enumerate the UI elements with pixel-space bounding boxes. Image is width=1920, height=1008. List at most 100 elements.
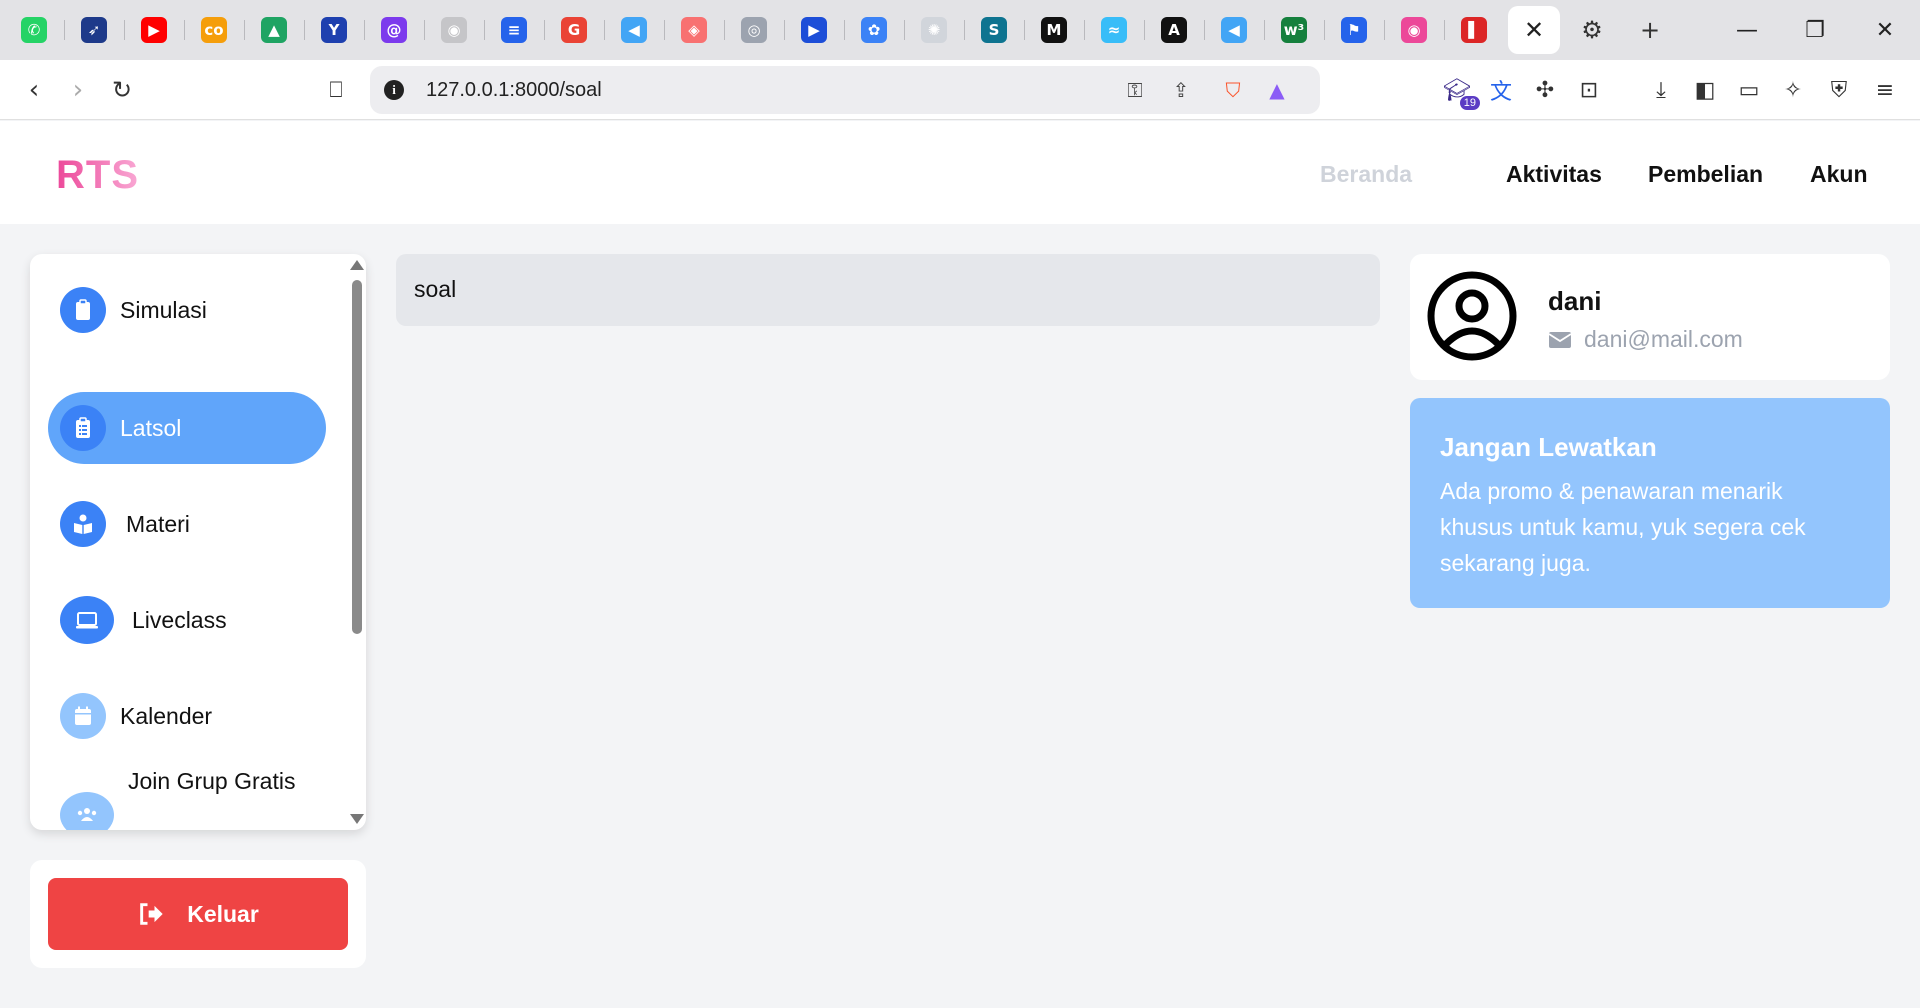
browser-tab-strip: ✆ ➶ ▶ co ▲ Y @ ◉ ≡ G ◀ ◈ ◎ ▶ ✿ ✺ S M ≈ A ◀ w³ ⚑ ◉ ▌ ✕ ⚙ + — ❐ ✕: [0, 0, 1920, 60]
active-browser-tab[interactable]: ✕: [1508, 6, 1560, 54]
scribd-icon: S: [981, 17, 1007, 43]
forward-button[interactable]: ›: [58, 72, 98, 108]
logout-button[interactable]: Keluar: [48, 878, 348, 950]
clipboard-icon: [60, 287, 106, 333]
close-window-button[interactable]: ✕: [1862, 8, 1908, 52]
tab-separator: [424, 20, 425, 40]
promo-title: Jangan Lewatkan: [1440, 432, 1657, 462]
browser-tab[interactable]: M: [1028, 6, 1080, 54]
nav-pembelian[interactable]: Pembelian: [1648, 161, 1763, 188]
laptop-icon: [60, 596, 114, 644]
sidebar-item-join-grup-gratis[interactable]: Join Grup Gratis: [48, 768, 326, 830]
new-tab-button[interactable]: +: [1630, 10, 1670, 50]
browser-tab[interactable]: @: [368, 6, 420, 54]
browser-tab[interactable]: ▲: [248, 6, 300, 54]
bird-icon: ➶: [81, 17, 107, 43]
brave-rewards-icon[interactable]: ▲: [1262, 76, 1292, 104]
brave-shield-icon[interactable]: ⛉: [1218, 76, 1248, 104]
google-forms-icon: ≡: [501, 17, 527, 43]
tab-separator: [1264, 20, 1265, 40]
sidebar-item-simulasi[interactable]: Simulasi: [48, 274, 326, 346]
wallet-icon[interactable]: ▭: [1732, 74, 1766, 106]
sidebar-item-kalender[interactable]: Kalender: [48, 680, 326, 752]
browser-tab[interactable]: ✺: [908, 6, 960, 54]
sidebar-scrollbar[interactable]: [346, 254, 366, 830]
browser-tab[interactable]: G: [548, 6, 600, 54]
browser-tab[interactable]: Y: [308, 6, 360, 54]
profile-name: dani: [1548, 286, 1602, 316]
browser-tab[interactable]: ▶: [128, 6, 180, 54]
nav-aktivitas[interactable]: Aktivitas: [1506, 161, 1602, 188]
browser-toolbar: ‹ › ↻ ⎕ i 127.0.0.1:8000/soal ⚿ ⇪ ⛉ ▲ 🎓︎…: [0, 60, 1920, 120]
clipboard-list-icon: [60, 405, 106, 451]
restore-window-button[interactable]: ❐: [1792, 8, 1838, 52]
browser-tab[interactable]: ➶: [68, 6, 120, 54]
sidebar-item-label: Simulasi: [120, 296, 207, 323]
tab-separator: [244, 20, 245, 40]
scroll-up-arrow-icon[interactable]: [350, 260, 364, 270]
user-circle-icon: [1427, 271, 1517, 361]
users-icon: [60, 792, 114, 830]
reload-button[interactable]: ↻: [102, 72, 142, 108]
browser-tab[interactable]: S: [968, 6, 1020, 54]
promo-card[interactable]: Jangan Lewatkan Ada promo & penawaran me…: [1410, 398, 1890, 608]
browser-tab[interactable]: ▌: [1448, 6, 1500, 54]
tab-separator: [124, 20, 125, 40]
sidebar-item-latsol[interactable]: Latsol: [48, 392, 326, 464]
browser-tab[interactable]: co: [188, 6, 240, 54]
browser-tab[interactable]: ✿: [848, 6, 900, 54]
sidebar-item-liveclass[interactable]: Liveclass: [48, 584, 326, 656]
extensions-puzzle-icon[interactable]: ✣: [1528, 74, 1562, 106]
browser-tab[interactable]: ◎: [728, 6, 780, 54]
profile-email: dani@mail.com: [1584, 326, 1743, 352]
tab-separator: [304, 20, 305, 40]
scroll-down-arrow-icon[interactable]: [350, 814, 364, 824]
browser-tab[interactable]: ≈: [1088, 6, 1140, 54]
sidebar-item-label: Kalender: [120, 702, 213, 729]
browser-tab[interactable]: ◀: [1208, 6, 1260, 54]
browser-tab[interactable]: ⚑: [1328, 6, 1380, 54]
extension-graduation-icon[interactable]: 🎓︎ 19: [1440, 74, 1480, 110]
leo-ai-icon[interactable]: ✧: [1776, 74, 1810, 106]
close-tab-icon[interactable]: ✕: [1524, 16, 1544, 44]
calendar-icon: [60, 693, 106, 739]
tab-settings-gear-icon[interactable]: ⚙: [1572, 10, 1612, 50]
translate-icon[interactable]: 文: [1484, 74, 1518, 106]
share-icon[interactable]: ⇪: [1166, 76, 1196, 104]
browser-tab[interactable]: ◀: [608, 6, 660, 54]
browser-tab[interactable]: ◉: [1388, 6, 1440, 54]
extension-badge: 19: [1459, 96, 1480, 110]
address-bar[interactable]: i 127.0.0.1:8000/soal ⚿ ⇪ ⛉ ▲: [370, 66, 1320, 114]
menu-icon[interactable]: ≡: [1868, 74, 1902, 106]
promo-text: Ada promo & penawaran menarik khusus unt…: [1440, 478, 1806, 576]
sidebar-item-label: Latsol: [120, 414, 182, 441]
tailwind-icon: ≈: [1101, 17, 1127, 43]
download-icon[interactable]: ⤓: [1644, 74, 1678, 106]
browser-tab[interactable]: ◉: [428, 6, 480, 54]
browser-tab[interactable]: ▶: [788, 6, 840, 54]
address-url[interactable]: 127.0.0.1:8000/soal: [426, 79, 602, 102]
bookmark-icon[interactable]: ⎕: [316, 72, 356, 108]
sidebar-item-materi[interactable]: Materi: [48, 488, 326, 560]
browser-tab[interactable]: ≡: [488, 6, 540, 54]
browser-tab[interactable]: A: [1148, 6, 1200, 54]
minimize-window-button[interactable]: —: [1724, 8, 1770, 52]
reader-mode-icon[interactable]: ⊡: [1572, 74, 1606, 106]
site-info-icon[interactable]: i: [384, 80, 404, 100]
nav-beranda[interactable]: Beranda: [1320, 161, 1412, 188]
password-key-icon[interactable]: ⚿: [1120, 76, 1150, 104]
logout-label: Keluar: [187, 900, 259, 927]
whatsapp-icon: ✆: [21, 17, 47, 43]
sidebar-toggle-icon[interactable]: ◧: [1688, 74, 1722, 106]
back-button[interactable]: ‹: [14, 72, 54, 108]
brand-logo[interactable]: RTS: [56, 153, 139, 198]
red-logo-icon: ▌: [1461, 17, 1487, 43]
chrome-grey-icon: ◎: [741, 17, 767, 43]
vpn-shield-icon[interactable]: ⛨: [1822, 74, 1856, 106]
github-icon: ◉: [441, 17, 467, 43]
browser-tab[interactable]: w³: [1268, 6, 1320, 54]
browser-tab[interactable]: ◈: [668, 6, 720, 54]
browser-tab[interactable]: ✆: [8, 6, 60, 54]
nav-akun[interactable]: Akun: [1810, 161, 1868, 188]
scroll-thumb[interactable]: [352, 280, 362, 634]
